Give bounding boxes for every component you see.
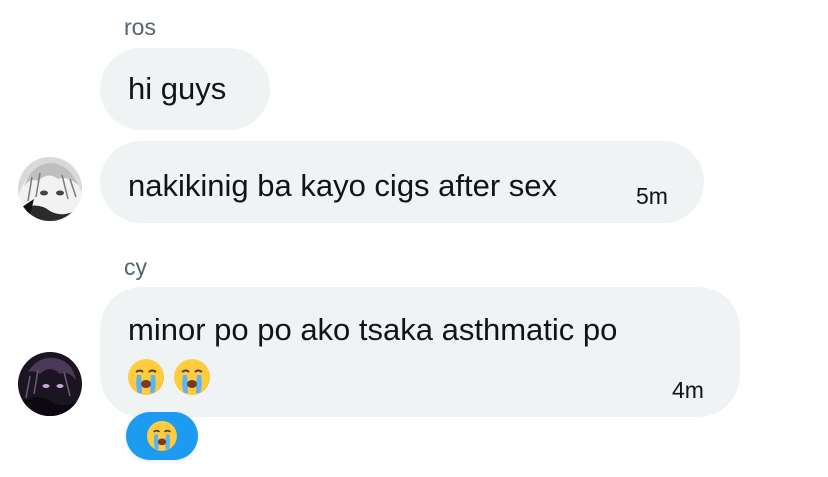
emoji-row (128, 359, 210, 395)
crying-face-icon (174, 359, 210, 395)
reaction-badge[interactable] (126, 412, 198, 460)
message-bubble[interactable]: nakikinig ba kayo cigs after sex 5m (100, 141, 704, 223)
anime-avatar-icon (18, 352, 82, 416)
anime-avatar-icon (18, 157, 82, 221)
message-text: minor po po ako tsaka asthmatic po (128, 312, 618, 347)
message-bubble[interactable]: minor po po ako tsaka asthmatic po 4m (100, 287, 740, 417)
sender-name: cy (124, 254, 147, 280)
message-text: hi guys (128, 71, 227, 106)
message-bubble[interactable]: hi guys (100, 48, 270, 130)
dm-conversation: ros hi guys nakikinig ba kayo cigs after… (0, 0, 828, 477)
message-text: nakikinig ba kayo cigs after sex (128, 168, 558, 203)
message-timestamp: 4m (672, 377, 704, 403)
message-timestamp: 5m (636, 183, 668, 209)
avatar[interactable] (18, 157, 82, 221)
crying-face-icon (128, 359, 164, 395)
avatar[interactable] (18, 352, 82, 416)
sender-name: ros (124, 14, 156, 40)
crying-face-icon (147, 421, 177, 451)
